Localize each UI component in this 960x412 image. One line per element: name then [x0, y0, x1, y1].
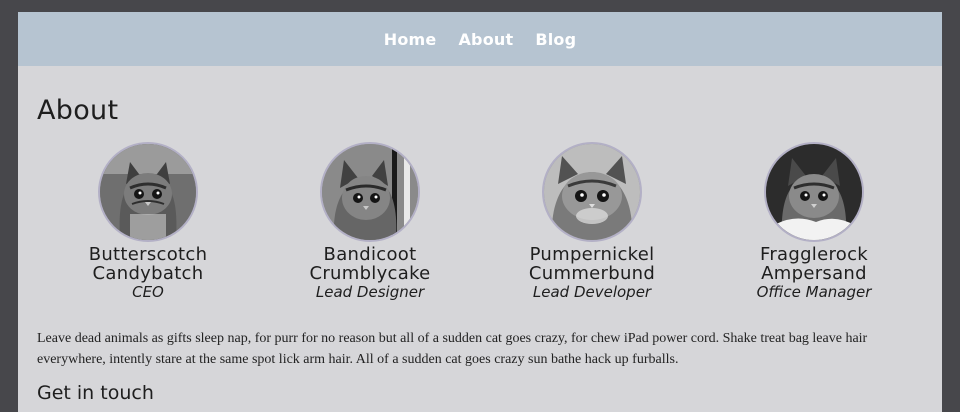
team-member-avatar [542, 142, 642, 242]
team-member-card: Butterscotch Candybatch CEO [48, 142, 248, 302]
team-member-avatar [764, 142, 864, 242]
team-member-name: Bandicoot Crumblycake [309, 244, 431, 284]
team-member-role: Office Manager [756, 283, 872, 301]
nav-about-link[interactable]: About [458, 30, 513, 49]
team-member-role: Lead Designer [315, 283, 425, 301]
team-member-name: Pumpernickel Cummerbund [528, 244, 656, 284]
kitten-photo [100, 144, 196, 240]
top-nav: Home About Blog [18, 12, 942, 66]
page-frame: Home About Blog About Butterscotch Candy… [18, 12, 942, 412]
kitten-photo [322, 144, 418, 240]
team-member-card: Pumpernickel Cummerbund Lead Developer [492, 142, 692, 302]
kitten-photo [544, 144, 640, 240]
team-member-role: Lead Developer [532, 283, 652, 301]
intro-paragraph: Leave dead animals as gifts sleep nap, f… [37, 331, 868, 367]
nav-blog-link[interactable]: Blog [535, 30, 576, 49]
team-member-avatar [98, 142, 198, 242]
page-title: About [37, 95, 119, 126]
get-in-touch-heading: Get in touch [37, 382, 154, 404]
team-grid: Butterscotch Candybatch CEO Bandicoot Cr… [37, 142, 923, 312]
team-member-card: Bandicoot Crumblycake Lead Designer [270, 142, 470, 302]
team-member-card: Fragglerock Ampersand Office Manager [714, 142, 914, 302]
kitten-photo [766, 144, 862, 240]
team-member-avatar [320, 142, 420, 242]
team-member-name: Butterscotch Candybatch [88, 244, 208, 284]
team-member-name: Fragglerock Ampersand [759, 244, 869, 284]
nav-home-link[interactable]: Home [384, 30, 437, 49]
team-member-role: CEO [132, 283, 164, 301]
